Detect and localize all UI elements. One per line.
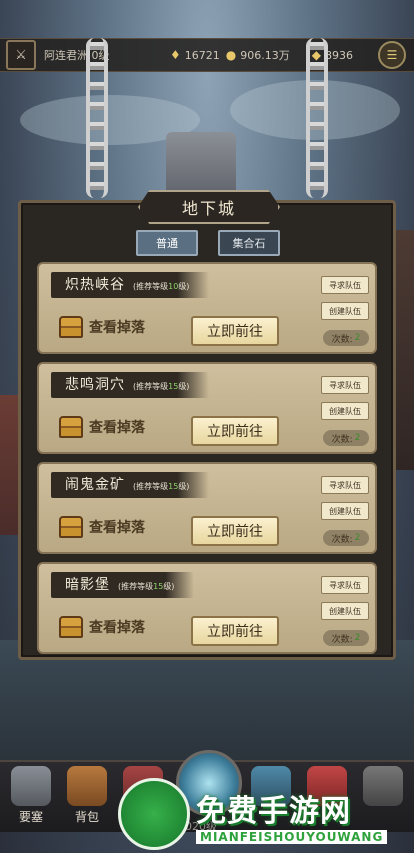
view-loot-label: 查看掉落 bbox=[89, 420, 145, 436]
recommend-level: (推荐等级10级) bbox=[133, 282, 190, 291]
attempt-count: 次数: 2 bbox=[323, 630, 369, 646]
create-team-button[interactable]: 创建队伍 bbox=[321, 602, 369, 620]
dungeon-card: 闹鬼金矿 (推荐等级15级) 查看掉落 立即前往 寻求队伍 创建队伍 次数: 2 bbox=[37, 462, 377, 554]
tab-gather-stone[interactable]: 集合石 bbox=[218, 230, 280, 256]
view-loot-label: 查看掉落 bbox=[89, 520, 145, 536]
watermark-logo-icon bbox=[118, 778, 190, 850]
nav-backpack[interactable]: 背包 bbox=[62, 762, 112, 828]
view-loot-link[interactable]: 查看掉落 bbox=[59, 316, 145, 338]
treasure-chest-icon bbox=[59, 616, 83, 638]
dungeon-name: 炽热峡谷 bbox=[65, 277, 125, 293]
nav-settings[interactable] bbox=[358, 762, 408, 828]
view-loot-link[interactable]: 查看掉落 bbox=[59, 516, 145, 538]
attempt-count: 次数: 2 bbox=[323, 330, 369, 346]
seek-team-button[interactable]: 寻求队伍 bbox=[321, 376, 369, 394]
go-now-button[interactable]: 立即前往 bbox=[191, 316, 279, 346]
treasure-chest-icon bbox=[59, 316, 83, 338]
seek-team-button[interactable]: 寻求队伍 bbox=[321, 576, 369, 594]
create-team-button[interactable]: 创建队伍 bbox=[321, 402, 369, 420]
seek-team-button[interactable]: 寻求队伍 bbox=[321, 276, 369, 294]
go-now-button[interactable]: 立即前往 bbox=[191, 516, 279, 546]
power-stat: ♦ 16721 bbox=[170, 48, 220, 62]
recommend-level: (推荐等级15级) bbox=[133, 482, 190, 491]
nav-backpack-label: 背包 bbox=[74, 810, 99, 824]
view-loot-link[interactable]: 查看掉落 bbox=[59, 416, 145, 438]
view-loot-label: 查看掉落 bbox=[89, 620, 145, 636]
gem-value: 8936 bbox=[324, 48, 353, 62]
recommend-level: (推荐等级15级) bbox=[133, 382, 190, 391]
dungeon-name-strip: 炽热峡谷 (推荐等级10级) bbox=[51, 272, 210, 298]
power-value: 16721 bbox=[184, 48, 220, 62]
treasure-chest-icon bbox=[59, 416, 83, 438]
dungeon-name: 闹鬼金矿 bbox=[65, 477, 125, 493]
dungeon-card: 悲鸣洞穴 (推荐等级15级) 查看掉落 立即前往 寻求队伍 创建队伍 次数: 2 bbox=[37, 362, 377, 454]
tab-normal[interactable]: 普通 bbox=[136, 230, 198, 256]
chain-left bbox=[86, 38, 108, 198]
menu-icon[interactable]: ☰ bbox=[378, 41, 406, 69]
nav-fortress-label: 要塞 bbox=[18, 810, 43, 824]
backpack-icon bbox=[67, 766, 107, 806]
dungeon-tabs: 普通 集合石 bbox=[136, 230, 280, 256]
nav-fortress[interactable]: 要塞 bbox=[6, 762, 56, 828]
treasure-chest-icon bbox=[59, 516, 83, 538]
fortress-icon bbox=[11, 766, 51, 806]
go-now-button[interactable]: 立即前往 bbox=[191, 616, 279, 646]
gold-stat: ● 906.13万 bbox=[226, 47, 290, 63]
dungeon-name-strip: 悲鸣洞穴 (推荐等级15级) bbox=[51, 372, 210, 398]
gold-value: 906.13万 bbox=[240, 49, 290, 62]
watermark-subtitle: MIANFEISHOUYOUWANG bbox=[196, 830, 388, 844]
view-loot-link[interactable]: 查看掉落 bbox=[59, 616, 145, 638]
dungeon-card: 炽热峡谷 (推荐等级10级) 查看掉落 立即前往 寻求队伍 创建队伍 次数: 2 bbox=[37, 262, 377, 354]
recommend-level: (推荐等级15级) bbox=[118, 582, 175, 591]
gold-coin-icon: ● bbox=[225, 48, 237, 62]
dungeon-name-strip: 暗影堡 (推荐等级15级) bbox=[51, 572, 195, 598]
view-loot-label: 查看掉落 bbox=[89, 320, 145, 336]
watermark-title: 免费手游网 bbox=[196, 794, 351, 829]
dungeon-name: 悲鸣洞穴 bbox=[65, 377, 125, 393]
panel-title: 地下城 bbox=[138, 190, 280, 224]
attempt-count: 次数: 2 bbox=[323, 530, 369, 546]
attempt-count: 次数: 2 bbox=[323, 430, 369, 446]
seek-team-button[interactable]: 寻求队伍 bbox=[321, 476, 369, 494]
dungeon-card: 暗影堡 (推荐等级15级) 查看掉落 立即前往 寻求队伍 创建队伍 次数: 2 bbox=[37, 562, 377, 654]
sword-icon[interactable]: ⚔ bbox=[6, 40, 36, 70]
dungeon-name: 暗影堡 bbox=[65, 577, 110, 593]
top-status-bar: ⚔ 阿连君洲 0级 ♦ 16721 ● 906.13万 ◆ 8936 ☰ bbox=[0, 38, 414, 72]
power-icon: ♦ bbox=[170, 48, 181, 62]
create-team-button[interactable]: 创建队伍 bbox=[321, 302, 369, 320]
create-team-button[interactable]: 创建队伍 bbox=[321, 502, 369, 520]
gear-icon bbox=[363, 766, 403, 806]
chain-right bbox=[306, 38, 328, 198]
dungeon-name-strip: 闹鬼金矿 (推荐等级15级) bbox=[51, 472, 210, 498]
go-now-button[interactable]: 立即前往 bbox=[191, 416, 279, 446]
